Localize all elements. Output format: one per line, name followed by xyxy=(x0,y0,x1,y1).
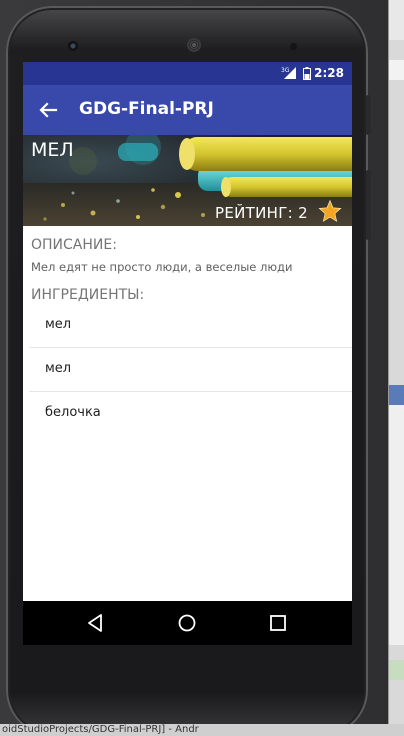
ingredient-name: мел xyxy=(45,317,72,332)
ingredient-item[interactable]: мел xyxy=(29,348,352,392)
ingredients-heading: ИНГРЕДИЕНТЫ: xyxy=(31,287,145,303)
description-heading: ОПИСАНИЕ: xyxy=(31,237,117,253)
earpiece-speaker xyxy=(187,38,201,52)
desktop-background: 3G 2:28 GDG-Final-PRJ МЕЛ РЕЙТИНГ: 2 ОПИ… xyxy=(0,0,404,736)
status-bar: 3G 2:28 xyxy=(23,62,352,85)
ingredients-list: мел мел белочка xyxy=(29,304,352,436)
ingredient-name: белочка xyxy=(45,405,101,420)
system-navigation-bar xyxy=(23,601,352,645)
battery-icon xyxy=(303,67,311,80)
app-title: GDG-Final-PRJ xyxy=(79,99,214,119)
ingredient-name: мел xyxy=(45,361,72,376)
home-circle-icon[interactable] xyxy=(176,612,198,634)
ide-window-edge xyxy=(388,0,404,736)
recents-square-icon[interactable] xyxy=(267,612,289,634)
proximity-sensor xyxy=(290,43,297,50)
recipe-hero-image: МЕЛ РЕЙТИНГ: 2 xyxy=(23,135,352,226)
star-icon xyxy=(318,199,342,222)
navigate-back-button[interactable] xyxy=(33,95,63,125)
device-screen: 3G 2:28 GDG-Final-PRJ МЕЛ РЕЙТИНГ: 2 ОПИ… xyxy=(23,62,352,645)
ingredient-item[interactable]: мел xyxy=(29,304,352,348)
status-time: 2:28 xyxy=(314,66,344,80)
signal-icon: 3G xyxy=(281,67,296,79)
svg-text:3G: 3G xyxy=(281,67,290,74)
ingredient-item[interactable]: белочка xyxy=(29,392,352,436)
volume-rocker[interactable] xyxy=(366,170,371,240)
description-text: Мел едят не просто люди, а веселые люди xyxy=(31,260,293,274)
app-toolbar: GDG-Final-PRJ xyxy=(23,85,352,135)
back-triangle-icon[interactable] xyxy=(85,612,107,634)
arrow-back-icon xyxy=(39,102,58,118)
recipe-title: МЕЛ xyxy=(31,139,74,161)
power-button[interactable] xyxy=(366,95,371,135)
front-camera xyxy=(68,41,78,51)
ide-status-text: oidStudioProjects/GDG-Final-PRJ] - Andr xyxy=(0,724,404,736)
recipe-rating: РЕЙТИНГ: 2 xyxy=(215,204,308,222)
